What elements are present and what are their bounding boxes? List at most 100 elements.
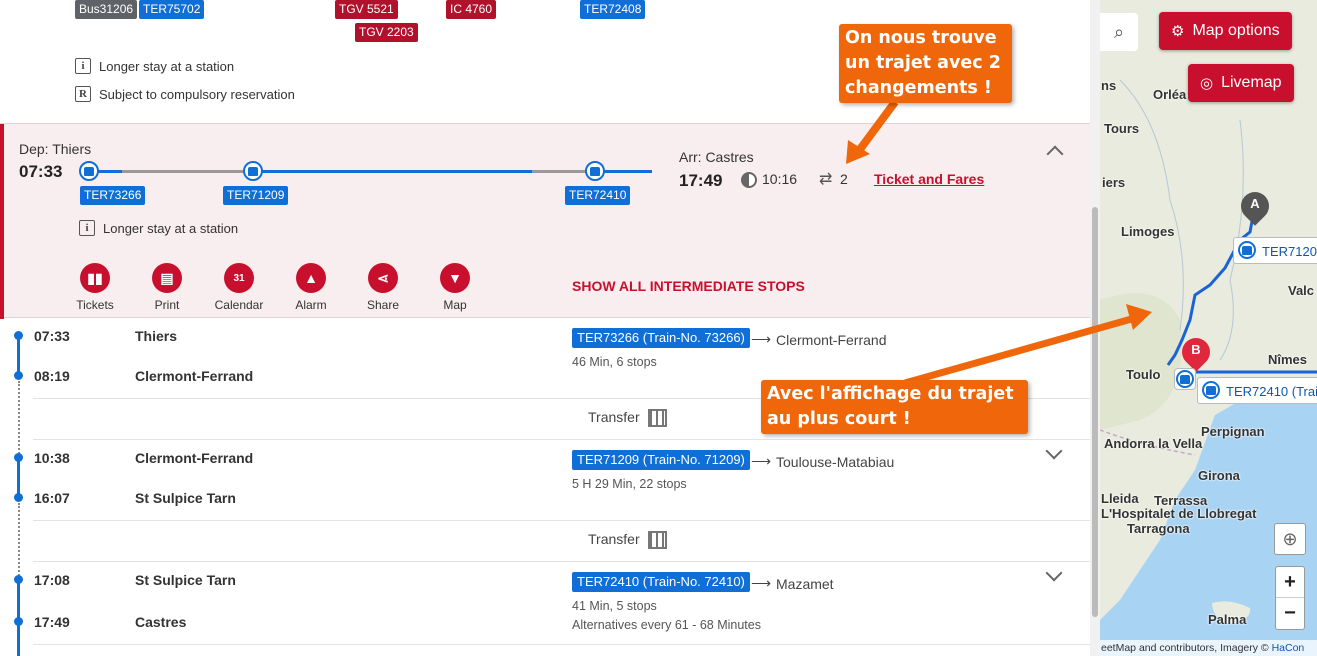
note-text: Longer stay at a station: [99, 58, 235, 74]
print-icon: ▤: [152, 263, 182, 293]
map-icon[interactable]: [648, 409, 667, 427]
stop-dot: [14, 617, 23, 626]
share-button[interactable]: ⋖ Share: [353, 263, 413, 312]
scrollbar-thumb[interactable]: [1092, 207, 1098, 617]
train-icon: [585, 161, 605, 181]
changes-count: 2: [840, 171, 848, 187]
transfer-label: Transfer: [588, 409, 640, 425]
alarm-button[interactable]: ▲ Alarm: [281, 263, 341, 312]
share-label: Share: [366, 298, 400, 312]
ticket-fares-link[interactable]: Ticket and Fares: [874, 171, 984, 187]
expand-chevron-icon[interactable]: [1045, 564, 1063, 582]
expand-chevron-icon[interactable]: [1045, 442, 1063, 460]
leg-dep-station: Thiers: [135, 328, 178, 344]
map-train-label[interactable]: TER7120: [1233, 237, 1317, 264]
collapse-chevron-icon[interactable]: [1046, 145, 1064, 163]
zoom-out-button[interactable]: −: [1276, 598, 1304, 629]
stop-dot: [14, 331, 23, 340]
tickets-icon: ▮▮: [80, 263, 110, 293]
annotation-callout: On nous trouve un trajet avec 2 changeme…: [839, 24, 1012, 103]
attribution-link[interactable]: HaCon: [1272, 642, 1305, 654]
train-badge: TER72408: [580, 0, 646, 19]
tickets-button[interactable]: ▮▮ Tickets: [65, 263, 125, 312]
leg-direction: Toulouse-Matabiau: [776, 454, 895, 470]
map-search-button[interactable]: ⌕: [1100, 13, 1138, 51]
stop-dot: [14, 453, 23, 462]
leg-direction: Mazamet: [776, 576, 834, 592]
transfer-label: Transfer: [588, 531, 640, 547]
crosshair-icon: ⊕: [1282, 528, 1298, 549]
arrival-time: 17:49: [679, 171, 723, 190]
divider: [33, 644, 1090, 645]
calendar-button[interactable]: 31 Calendar: [209, 263, 269, 312]
marker-b-label: B: [1191, 342, 1201, 357]
transfer-line: [18, 503, 20, 580]
zoom-control: + −: [1275, 566, 1305, 630]
map-place-label: Palma: [1208, 612, 1247, 627]
map-place-label: Girona: [1198, 468, 1240, 483]
map-place-label: Tarragona: [1127, 521, 1190, 536]
timeline-leg: [254, 170, 532, 173]
train-badge: TGV 5521: [335, 0, 398, 19]
map-place-label: iers: [1102, 175, 1126, 190]
map-place-label: Tours: [1104, 121, 1140, 136]
print-label: Print: [154, 298, 180, 312]
map-place-label: L'Hospitalet de Llobregat: [1101, 506, 1257, 521]
train-icon: [79, 161, 99, 181]
calendar-icon: 31: [224, 263, 254, 293]
train-icon: [243, 161, 263, 181]
duration-icon: [741, 172, 757, 188]
zoom-in-button[interactable]: +: [1276, 567, 1304, 598]
train-badge: TGV 2203: [355, 23, 418, 42]
duration-value: 10:16: [762, 171, 798, 187]
print-button[interactable]: ▤ Print: [137, 263, 197, 312]
map-marker-icon: ▼: [440, 263, 470, 293]
note-compulsory-reservation: R Subject to compulsory reservation: [75, 86, 295, 102]
show-all-stops-button[interactable]: SHOW ALL INTERMEDIATE STOPS: [572, 278, 805, 294]
leg-alternatives: Alternatives every 61 - 68 Minutes: [572, 618, 761, 632]
livemap-button[interactable]: ◎ Livemap: [1188, 64, 1294, 102]
note-longer-stay: i Longer stay at a station: [79, 220, 238, 236]
map-options-label: Map options: [1192, 22, 1280, 39]
tickets-label: Tickets: [76, 298, 114, 312]
train-badge: TER75702: [139, 0, 205, 19]
map-train-text: TER72410 (Trai: [1226, 384, 1317, 399]
timeline-train-badge: TER72410: [565, 186, 631, 205]
map-view[interactable]: ns Orléa Tours iers Limoges Valc Toulo N…: [1100, 0, 1317, 656]
map-train-marker[interactable]: [1174, 368, 1196, 390]
stop-dot: [14, 493, 23, 502]
train-icon: [1238, 241, 1256, 259]
app-root: Bus31206 TER75702 TGV 5521 IC 4760 TER72…: [0, 0, 1317, 656]
direction-arrow-icon: ⟶: [751, 331, 772, 347]
locate-me-button[interactable]: ⊕: [1274, 523, 1306, 555]
stop-dot: [14, 371, 23, 380]
train-badge: Bus31206: [75, 0, 138, 19]
map-options-button[interactable]: ⚙ Map options: [1159, 12, 1292, 50]
stop-dot: [14, 575, 23, 584]
note-longer-stay: i Longer stay at a station: [75, 58, 234, 74]
livemap-label: Livemap: [1221, 74, 1282, 91]
direction-arrow-icon: ⟶: [751, 453, 772, 469]
leg-line: [17, 458, 20, 498]
leg-train-badge[interactable]: TER71209 (Train-No. 71209): [572, 450, 750, 470]
note-text: Subject to compulsory reservation: [99, 86, 295, 102]
departure-time: 07:33: [19, 162, 63, 181]
map-button[interactable]: ▼ Map: [425, 263, 485, 312]
timeline-train-badge: TER71209: [223, 186, 289, 205]
leg-train-badge[interactable]: TER72410 (Train-No. 72410): [572, 572, 750, 592]
leg-arr-time: 16:07: [34, 490, 70, 506]
changes-icon: ⇄: [819, 171, 833, 188]
leg-dep-station: St Sulpice Tarn: [135, 572, 236, 588]
arrival-label: Arr: Castres: [679, 149, 754, 165]
attribution-text: eetMap and contributors, Imagery ©: [1101, 642, 1272, 654]
map-icon[interactable]: [648, 531, 667, 549]
train-icon: [1202, 381, 1220, 399]
note-text: Longer stay at a station: [103, 220, 239, 236]
map-train-label[interactable]: TER72410 (Trai: [1197, 377, 1317, 404]
departure-label: Dep: Thiers: [19, 141, 92, 157]
leg-info: 46 Min, 6 stops: [572, 355, 657, 369]
leg-train-badge[interactable]: TER73266 (Train-No. 73266): [572, 328, 750, 348]
map-place-label: Valc: [1288, 283, 1315, 298]
journey-summary[interactable]: Dep: Thiers 07:33 TER73266 TER71209 TER7…: [0, 123, 1090, 319]
divider: [33, 561, 1090, 562]
